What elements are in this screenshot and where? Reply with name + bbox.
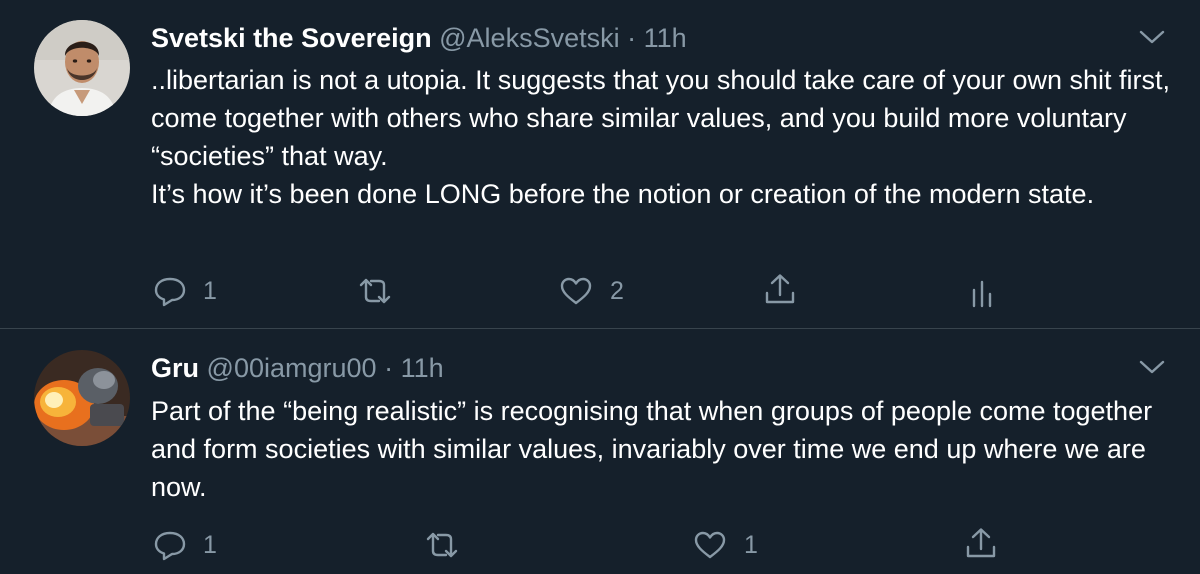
tweet-header: Gru @00iamgru00 · 11h [151,352,444,384]
reply-button[interactable]: 1 [153,529,217,561]
handle[interactable]: @AleksSvetski [439,23,619,53]
like-count: 1 [744,530,758,559]
timestamp[interactable]: 11h [644,23,687,53]
share-button[interactable] [963,526,999,562]
chevron-down-icon[interactable] [1138,27,1166,47]
avatar[interactable] [34,20,130,116]
tweet-text: ..libertarian is not a utopia. It sugges… [151,61,1181,213]
reply-count: 1 [203,530,217,559]
share-icon [765,274,795,304]
analytics-button[interactable] [968,276,996,308]
tweet-paragraph: ..libertarian is not a utopia. It sugges… [151,65,1171,171]
timestamp[interactable]: 11h [401,353,444,383]
share-icon [966,528,996,558]
reply-count: 1 [203,276,217,305]
retweet-icon [426,532,458,558]
retweet-button[interactable] [355,275,411,307]
handle[interactable]: @00iamgru00 [207,353,377,383]
tweet-header: Svetski the Sovereign @AleksSvetski · 11… [151,22,687,54]
display-name[interactable]: Svetski the Sovereign [151,23,432,53]
reply-icon [154,531,186,561]
tweet-paragraph: Part of the “being realistic” is recogni… [151,396,1153,502]
like-button[interactable]: 2 [558,275,624,307]
like-count: 2 [610,276,624,305]
like-icon [694,531,726,559]
like-button[interactable]: 1 [692,529,758,561]
separator: · [627,23,637,53]
separator: · [384,353,394,383]
tweet[interactable]: Svetski the Sovereign @AleksSvetski · 11… [0,0,1200,328]
chevron-down-icon[interactable] [1138,357,1166,377]
tweet-text: Part of the “being realistic” is recogni… [151,392,1181,506]
share-button[interactable] [762,272,798,308]
tweet-paragraph: It’s how it’s been done LONG before the … [151,179,1095,209]
like-icon [560,277,592,305]
reply-button[interactable]: 1 [153,275,217,307]
retweet-button[interactable] [422,529,478,561]
reply-icon [154,277,186,307]
retweet-icon [359,278,391,304]
avatar[interactable] [34,350,130,446]
tweet[interactable]: Gru @00iamgru00 · 11h Part of the “being… [0,329,1200,574]
analytics-icon [972,280,992,308]
display-name[interactable]: Gru [151,353,199,383]
